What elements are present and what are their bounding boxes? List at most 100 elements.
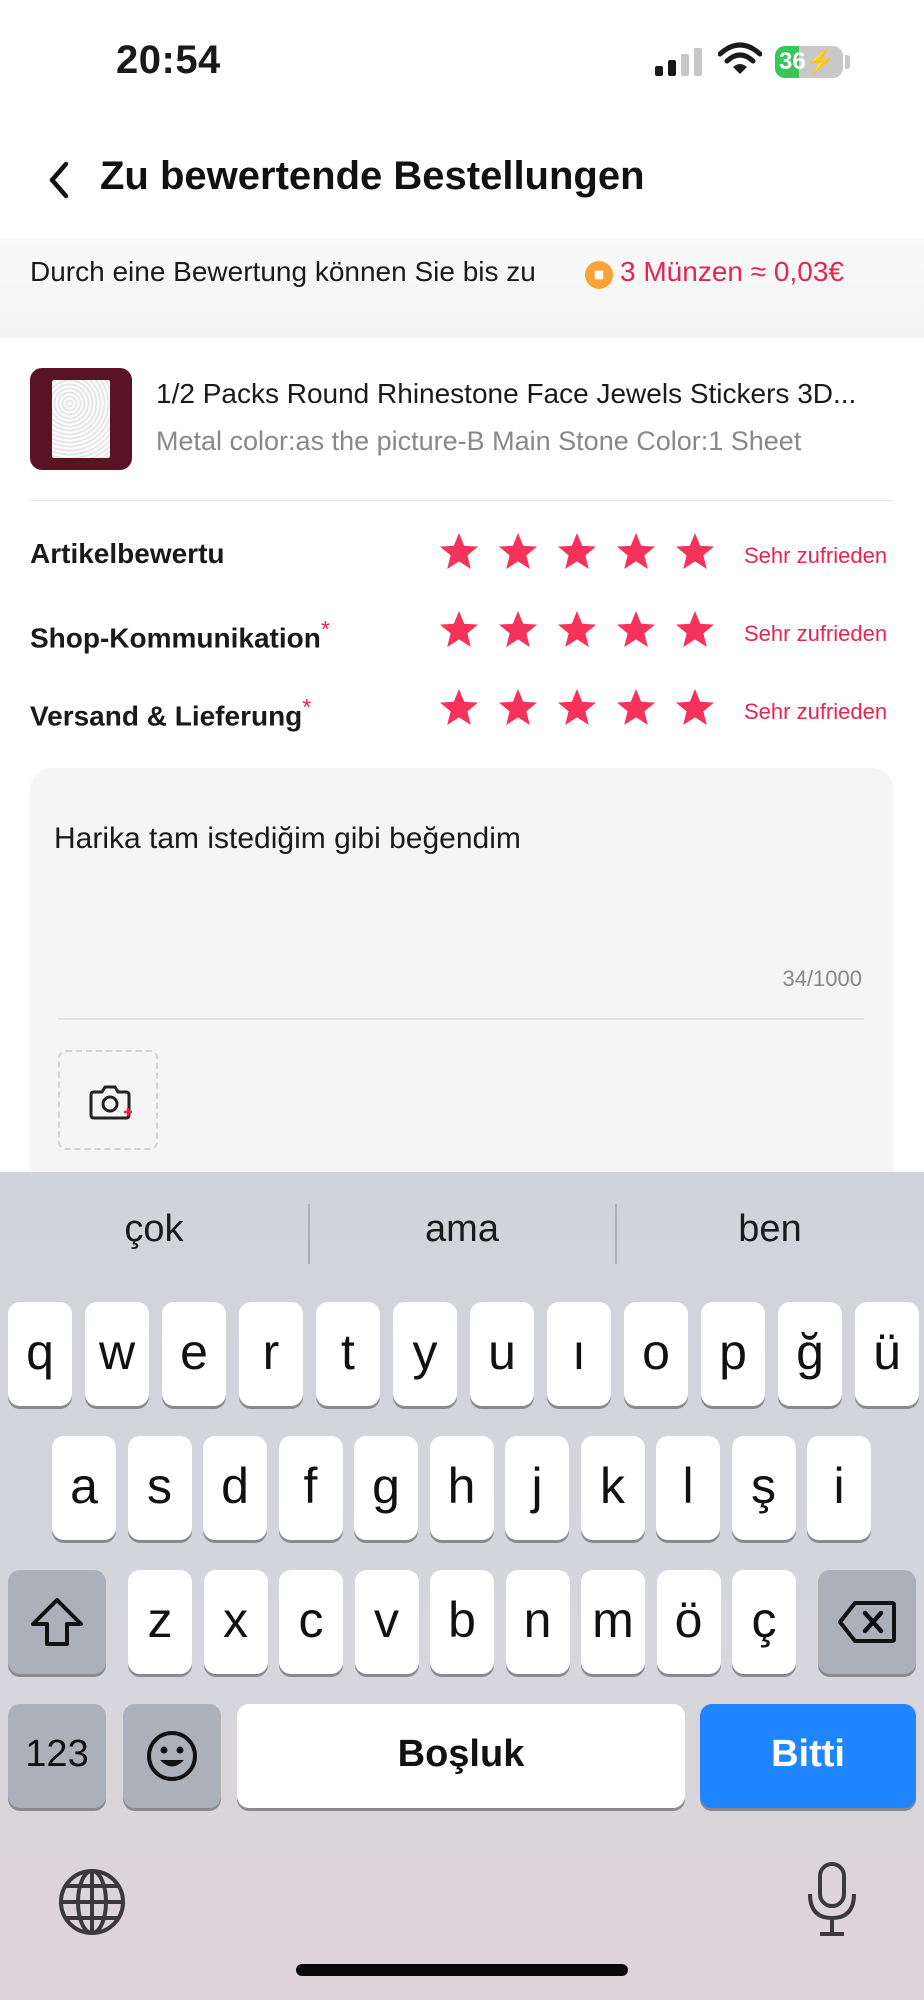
space-key[interactable]: Boşluk <box>237 1704 685 1808</box>
review-textarea[interactable]: Harika tam istediğim gibi beğendim <box>54 822 521 856</box>
microphone-icon[interactable] <box>802 1860 862 1940</box>
required-mark: * <box>302 694 312 720</box>
key-q[interactable]: q <box>8 1302 72 1406</box>
required-mark: * <box>320 616 330 642</box>
star-rating <box>438 687 720 737</box>
suggestion-item[interactable]: çok <box>54 1208 254 1251</box>
add-photo-button[interactable] <box>58 1050 158 1150</box>
key-x[interactable]: x <box>203 1570 268 1674</box>
key-e[interactable]: e <box>162 1302 226 1406</box>
star-icon[interactable] <box>497 609 539 651</box>
star-icon[interactable] <box>556 531 598 573</box>
key-ş[interactable]: ş <box>731 1436 796 1540</box>
product-thumbnail[interactable] <box>30 368 132 470</box>
back-chevron-icon[interactable] <box>40 156 80 204</box>
key-j[interactable]: j <box>505 1436 569 1540</box>
key-ı[interactable]: ı <box>547 1302 611 1406</box>
key-i[interactable]: i <box>807 1436 871 1540</box>
star-icon[interactable] <box>615 687 657 729</box>
key-ü[interactable]: ü <box>855 1302 919 1406</box>
key-f[interactable]: f <box>278 1436 343 1540</box>
banner-text: Durch eine Bewertung können Sie bis zu <box>30 256 536 287</box>
key-ç[interactable]: ç <box>732 1570 796 1674</box>
key-d[interactable]: d <box>203 1436 267 1540</box>
battery-level: 36⚡ <box>779 48 836 75</box>
reward-banner: Durch eine Bewertung können Sie bis zu <box>0 238 924 338</box>
star-icon[interactable] <box>674 609 716 651</box>
wifi-icon <box>718 42 762 74</box>
key-l[interactable]: l <box>656 1436 720 1540</box>
rating-text: Sehr zufrieden <box>744 699 888 724</box>
shift-key[interactable] <box>8 1570 106 1674</box>
rating-label: Shop-Kommunikation* <box>30 616 330 654</box>
star-icon[interactable] <box>497 531 539 573</box>
backspace-icon <box>838 1601 896 1643</box>
key-v[interactable]: v <box>354 1570 419 1674</box>
key-r[interactable]: r <box>239 1302 303 1406</box>
key-n[interactable]: n <box>505 1570 570 1674</box>
key-p[interactable]: p <box>701 1302 765 1406</box>
backspace-key[interactable] <box>818 1570 916 1674</box>
key-m[interactable]: m <box>581 1570 645 1674</box>
star-icon[interactable] <box>556 687 598 729</box>
star-icon[interactable] <box>615 609 657 651</box>
key-t[interactable]: t <box>316 1302 380 1406</box>
product-variant: Metal color:as the picture-B Main Stone … <box>156 426 802 456</box>
rating-text: Sehr zufrieden <box>744 543 888 568</box>
header: Zu bewertende Bestellungen <box>0 120 924 238</box>
suggestion-divider <box>615 1204 617 1264</box>
key-ö[interactable]: ö <box>656 1570 721 1674</box>
star-rating <box>438 609 720 659</box>
home-indicator <box>296 1964 628 1976</box>
rating-row: Versand & Lieferung* Sehr zufrieden <box>0 682 924 742</box>
key-k[interactable]: k <box>580 1436 645 1540</box>
battery-cap <box>845 55 850 69</box>
page-title: Zu bewertende Bestellungen <box>100 154 645 198</box>
star-icon[interactable] <box>497 687 539 729</box>
cellular-signal-icon <box>655 48 703 76</box>
star-icon[interactable] <box>674 687 716 729</box>
emoji-icon <box>147 1731 197 1781</box>
rating-row: Artikelbewertu Sehr zufrieden <box>0 526 924 586</box>
globe-icon[interactable] <box>56 1866 128 1938</box>
star-icon[interactable] <box>615 531 657 573</box>
key-g[interactable]: g <box>354 1436 418 1540</box>
star-icon[interactable] <box>438 609 480 651</box>
star-icon[interactable] <box>438 531 480 573</box>
rating-label-text: Versand & Lieferung <box>30 700 303 732</box>
key-s[interactable]: s <box>127 1436 192 1540</box>
review-divider <box>58 1018 864 1020</box>
status-time: 20:54 <box>116 38 221 82</box>
numbers-key[interactable]: 123 <box>8 1704 106 1808</box>
key-b[interactable]: b <box>430 1570 494 1674</box>
star-icon[interactable] <box>674 531 716 573</box>
suggestion-item[interactable]: ben <box>670 1208 870 1251</box>
key-a[interactable]: a <box>52 1436 116 1540</box>
key-y[interactable]: y <box>393 1302 457 1406</box>
suggestion-item[interactable]: ama <box>362 1208 562 1251</box>
rating-row: Shop-Kommunikation* Sehr zufrieden <box>0 604 924 664</box>
key-c[interactable]: c <box>279 1570 343 1674</box>
rating-text: Sehr zufrieden <box>744 621 888 646</box>
emoji-key[interactable] <box>123 1704 221 1808</box>
banner-reward: 3 Münzen ≈ 0,03€ <box>620 256 844 287</box>
rating-label: Artikelbewertu <box>30 538 225 570</box>
coin-icon <box>585 261 613 289</box>
done-key[interactable]: Bitti <box>700 1704 916 1808</box>
key-ğ[interactable]: ğ <box>778 1302 842 1406</box>
key-o[interactable]: o <box>624 1302 688 1406</box>
battery-icon: 36⚡ <box>775 46 843 78</box>
key-h[interactable]: h <box>429 1436 494 1540</box>
suggestion-divider <box>308 1204 310 1264</box>
star-icon[interactable] <box>438 687 480 729</box>
rating-label: Versand & Lieferung* <box>30 694 311 732</box>
camera-add-icon <box>89 1085 132 1120</box>
key-u[interactable]: u <box>470 1302 534 1406</box>
star-icon[interactable] <box>556 609 598 651</box>
status-bar: 20:54 36⚡ <box>0 0 924 120</box>
product-image <box>52 380 110 458</box>
key-w[interactable]: w <box>85 1302 149 1406</box>
key-z[interactable]: z <box>128 1570 192 1674</box>
product-title: 1/2 Packs Round Rhinestone Face Jewels S… <box>156 378 857 409</box>
divider <box>30 500 894 501</box>
